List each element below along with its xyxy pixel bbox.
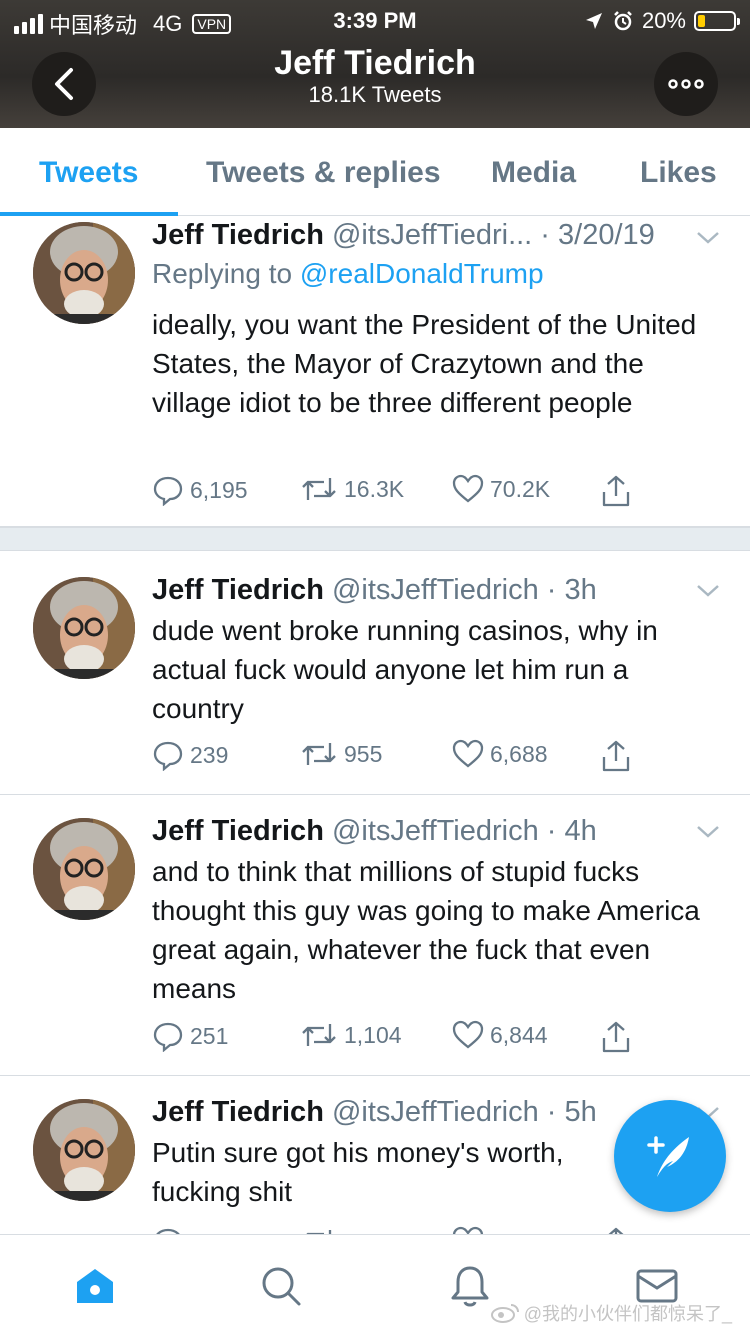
tweet-text: dude went broke running casinos, why in … [152, 615, 658, 724]
avatar[interactable] [33, 577, 135, 679]
like-button[interactable]: 70.2K [452, 474, 550, 504]
like-icon [452, 1226, 484, 1234]
more-icon [668, 79, 704, 89]
home-icon [77, 1269, 113, 1303]
retweet-icon [302, 743, 336, 765]
location-arrow-icon [585, 13, 602, 29]
retweet-button[interactable]: 16.3K [300, 474, 404, 504]
avatar[interactable] [33, 222, 135, 324]
share-icon [602, 475, 630, 507]
search-icon [262, 1267, 301, 1306]
retweet-count: 1,104 [344, 1021, 402, 1048]
author-handle-time: @itsJeffTiedri... · 3/20/19 [331, 219, 655, 251]
author-name[interactable]: Jeff Tiedrich [152, 815, 324, 847]
tab-likes[interactable]: Likes [640, 156, 717, 190]
like-icon [452, 1020, 484, 1049]
reply-icon [156, 1228, 180, 1234]
like-count: 70.2K [490, 475, 551, 502]
notifications-icon [451, 1266, 489, 1307]
bottom-nav: @我的小伙伴们都惊呆了_ [0, 1234, 750, 1334]
retweet-button[interactable]: 1,104 [300, 1020, 402, 1050]
author-name[interactable]: Jeff Tiedrich [152, 1096, 324, 1128]
like-button[interactable] [452, 1226, 484, 1234]
replying-to-label: Replying to [152, 258, 293, 289]
nav-search[interactable] [258, 1263, 304, 1309]
battery-percent: 20% [641, 8, 686, 33]
watermark-text: @我的小伙伴们都惊呆了_ [523, 1304, 732, 1324]
reply-button[interactable] [152, 1226, 184, 1234]
tweet-item[interactable]: Jeff Tiedrich @itsJeffTiedrich · 4h and … [0, 795, 750, 1076]
like-count: 6,688 [490, 740, 548, 767]
weibo-logo-icon [490, 1304, 519, 1323]
messages-icon [636, 1269, 678, 1303]
reply-icon [153, 741, 183, 771]
retweet-button[interactable] [300, 1226, 338, 1234]
tweet-count: 18.1K Tweets [308, 82, 442, 107]
profile-tabs: Tweets Tweets & replies Media Likes [0, 128, 750, 216]
reply-count: 6,195 [190, 476, 248, 503]
battery-icon [694, 11, 740, 31]
nav-home[interactable] [72, 1263, 118, 1309]
share-icon [602, 740, 630, 772]
chevron-down-icon[interactable] [696, 231, 720, 245]
author-name[interactable]: Jeff Tiedrich [152, 574, 324, 606]
retweet-icon [302, 1024, 336, 1046]
reply-count: 239 [190, 741, 229, 768]
tweet-actions: 251 1,104 6,844 [152, 1020, 652, 1056]
share-button[interactable] [600, 1226, 632, 1234]
status-bar: 中国移动 4G VPN 3:39 PM 20% [0, 6, 750, 38]
reply-icon [153, 476, 183, 506]
like-button[interactable]: 6,688 [452, 739, 548, 769]
compose-tweet-button[interactable] [614, 1100, 726, 1212]
tab-tweets-replies[interactable]: Tweets & replies [206, 156, 441, 190]
retweet-count: 955 [344, 740, 383, 767]
reply-button[interactable]: 251 [152, 1020, 228, 1052]
retweet-icon [302, 478, 336, 500]
compose-icon [647, 1136, 689, 1177]
reply-button[interactable]: 239 [152, 739, 228, 771]
retweet-icon [306, 1230, 332, 1234]
share-icon [602, 1021, 630, 1053]
like-icon [452, 739, 484, 768]
author-name[interactable]: Jeff Tiedrich [152, 219, 324, 251]
profile-header: 中国移动 4G VPN 3:39 PM 20% Jeff Tiedrich 18… [0, 0, 750, 128]
more-button[interactable] [654, 52, 718, 116]
tweet-text: ideally, you want the President of the U… [152, 309, 697, 418]
tweet-actions: 239 955 6,688 [152, 739, 652, 775]
author-handle-time: @itsJeffTiedrich · 5h [331, 1096, 597, 1128]
mention-link[interactable]: @realDonaldTrump [300, 258, 544, 289]
reply-count: 251 [190, 1022, 229, 1049]
nav-notifications[interactable] [447, 1263, 493, 1309]
watermark: @我的小伙伴们都惊呆了_ [490, 1300, 732, 1326]
chevron-down-icon[interactable] [696, 825, 720, 839]
chevron-down-icon[interactable] [696, 584, 720, 598]
avatar[interactable] [33, 1099, 135, 1201]
like-count: 6,844 [490, 1021, 548, 1048]
thread-separator [0, 527, 750, 551]
active-tab-indicator [0, 212, 178, 216]
like-button[interactable]: 6,844 [452, 1020, 548, 1050]
profile-name: Jeff Tiedrich [274, 44, 476, 82]
tweet-item[interactable]: Jeff Tiedrich @itsJeffTiedri... · 3/20/1… [0, 217, 750, 527]
retweet-button[interactable]: 955 [300, 739, 382, 769]
tab-tweets[interactable]: Tweets [39, 156, 138, 190]
retweet-count: 16.3K [344, 475, 405, 502]
tweet-actions: 6,195 16.3K 70.2K [152, 474, 652, 510]
share-icon [608, 1227, 624, 1234]
share-button[interactable] [600, 739, 632, 773]
alarm-icon [614, 11, 632, 31]
author-handle-time: @itsJeffTiedrich · 3h [331, 574, 597, 606]
tweet-text: Putin sure got his money's worth, fuckin… [152, 1137, 564, 1207]
author-handle-time: @itsJeffTiedrich · 4h [331, 815, 597, 847]
avatar[interactable] [33, 818, 135, 920]
share-button[interactable] [600, 1020, 632, 1054]
tab-media[interactable]: Media [491, 156, 576, 190]
tweet-text: and to think that millions of stupid fuc… [152, 856, 700, 1004]
reply-icon [153, 1022, 183, 1052]
like-icon [452, 474, 484, 503]
reply-button[interactable]: 6,195 [152, 474, 248, 506]
tweet-actions [152, 1226, 652, 1234]
share-button[interactable] [600, 474, 632, 508]
tweet-item[interactable]: Jeff Tiedrich @itsJeffTiedrich · 3h dude… [0, 552, 750, 795]
